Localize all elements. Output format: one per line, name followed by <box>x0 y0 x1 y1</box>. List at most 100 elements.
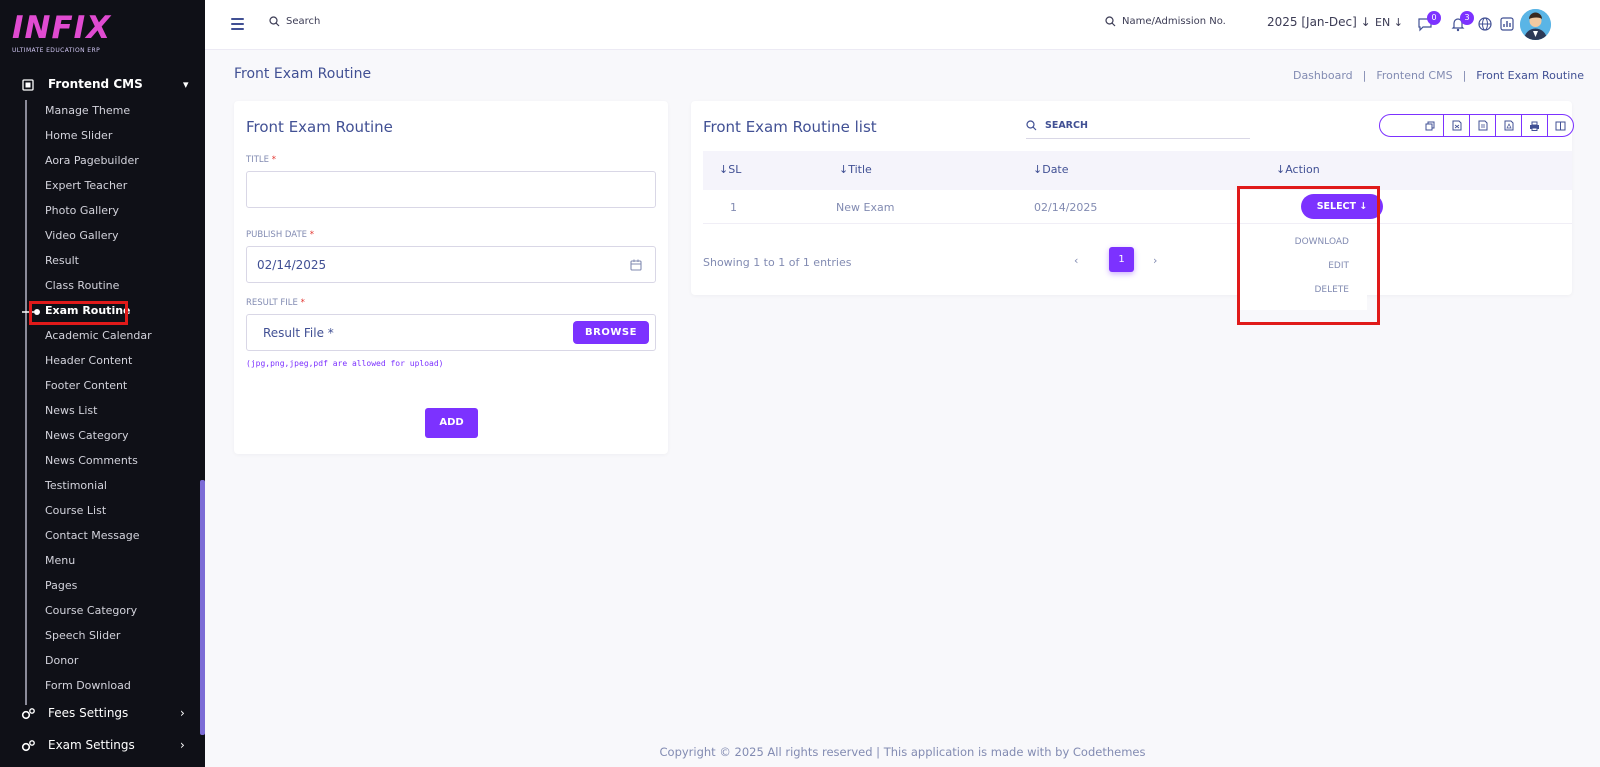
sidebar-item-video-gallery[interactable]: Video Gallery <box>45 228 119 244</box>
pagination-next-icon[interactable]: › <box>1153 254 1157 267</box>
language-select[interactable]: EN ↓ <box>1375 16 1403 29</box>
sidebar-item-header-content[interactable]: Header Content <box>45 353 132 369</box>
column-sl[interactable]: ↓SL <box>719 163 741 176</box>
hamburger-menu-icon[interactable] <box>231 18 244 30</box>
infix-logo[interactable]: INFIX ULTIMATE EDUCATION ERP <box>12 12 111 54</box>
breadcrumb-separator: | <box>1462 69 1467 82</box>
print-button[interactable] <box>1521 115 1547 136</box>
sidebar: INFIX ULTIMATE EDUCATION ERP Frontend CM… <box>0 0 205 767</box>
chevron-down-icon: ▾ <box>183 78 189 91</box>
list-title: Front Exam Routine list <box>703 118 877 136</box>
search-icon <box>1026 120 1037 131</box>
publish-date-value: 02/14/2025 <box>257 257 327 272</box>
sidebar-item-label: Exam Settings <box>48 738 135 752</box>
column-date[interactable]: ↓Date <box>1033 163 1069 176</box>
sidebar-item-pages[interactable]: Pages <box>45 578 77 594</box>
browse-button[interactable]: BROWSE <box>573 321 649 344</box>
sidebar-item-expert-teacher[interactable]: Expert Teacher <box>45 178 127 194</box>
pdf-icon <box>1504 120 1513 131</box>
sidebar-item-academic-calendar[interactable]: Academic Calendar <box>45 328 152 344</box>
globe-icon[interactable] <box>1477 16 1493 32</box>
sidebar-item-exam-settings[interactable]: Exam Settings › <box>0 735 205 757</box>
sidebar-scrollbar[interactable] <box>200 480 205 735</box>
result-file-input[interactable]: Result File * BROWSE <box>246 314 656 351</box>
calendar-icon[interactable] <box>630 259 642 271</box>
language-value: EN <box>1375 16 1391 29</box>
sidebar-item-news-comments[interactable]: News Comments <box>45 453 138 469</box>
academic-year-value: 2025 [Jan-Dec] <box>1267 15 1357 29</box>
copy-button[interactable] <box>1417 115 1443 136</box>
list-search-input[interactable]: SEARCH <box>1026 113 1250 139</box>
column-action[interactable]: ↓Action <box>1276 163 1320 176</box>
sidebar-section-frontend-cms[interactable]: Frontend CMS ▾ <box>0 73 205 97</box>
table-header: ↓SL ↓Title ↓Date ↓Action <box>703 151 1572 190</box>
publish-date-label: PUBLISH DATE * <box>246 230 314 240</box>
add-button[interactable]: ADD <box>425 408 478 438</box>
highlight-box-sidebar <box>29 301 128 325</box>
columns-icon <box>1555 121 1566 130</box>
arrow-down-icon: ↓ <box>1393 16 1403 29</box>
chevron-right-icon: › <box>180 706 185 720</box>
csv-icon <box>1478 120 1487 131</box>
search-placeholder: Search <box>286 16 321 27</box>
sidebar-item-testimonial[interactable]: Testimonial <box>45 478 107 494</box>
pdf-button[interactable] <box>1495 115 1521 136</box>
breadcrumb-frontend-cms[interactable]: Frontend CMS <box>1376 69 1452 82</box>
sidebar-item-menu[interactable]: Menu <box>45 553 75 569</box>
sidebar-item-course-category[interactable]: Course Category <box>45 603 137 619</box>
logo-tagline: ULTIMATE EDUCATION ERP <box>12 47 101 54</box>
arrow-down-icon: ↓ <box>1360 15 1371 29</box>
chart-icon[interactable] <box>1499 16 1515 32</box>
breadcrumb-current: Front Exam Routine <box>1476 69 1584 82</box>
sidebar-item-manage-theme[interactable]: Manage Theme <box>45 103 130 119</box>
cell-date: 02/14/2025 <box>1034 201 1098 214</box>
gears-icon <box>21 740 35 752</box>
sidebar-item-news-category[interactable]: News Category <box>45 428 128 444</box>
user-avatar[interactable] <box>1520 9 1551 40</box>
cms-icon <box>22 79 34 91</box>
avatar-illustration <box>1520 9 1551 40</box>
entries-info: Showing 1 to 1 of 1 entries <box>703 256 852 269</box>
column-title[interactable]: ↓Title <box>839 163 872 176</box>
copy-icon <box>1425 121 1435 130</box>
list-search-placeholder: SEARCH <box>1045 120 1088 131</box>
academic-year-select[interactable]: 2025 [Jan-Dec] ↓ <box>1267 15 1371 29</box>
breadcrumb-dashboard[interactable]: Dashboard <box>1293 69 1353 82</box>
export-buttons <box>1379 114 1574 137</box>
title-input[interactable] <box>246 171 656 208</box>
sidebar-item-fees-settings[interactable]: Fees Settings › <box>0 703 205 725</box>
gears-icon <box>21 708 35 720</box>
sidebar-item-speech-slider[interactable]: Speech Slider <box>45 628 120 644</box>
print-icon <box>1530 121 1539 131</box>
chevron-right-icon: › <box>180 738 185 752</box>
sidebar-item-donor[interactable]: Donor <box>45 653 78 669</box>
excel-button[interactable] <box>1443 115 1469 136</box>
search-icon <box>1105 16 1116 27</box>
columns-button[interactable] <box>1547 115 1573 136</box>
sidebar-item-news-list[interactable]: News List <box>45 403 97 419</box>
sidebar-item-course-list[interactable]: Course List <box>45 503 106 519</box>
submenu-line <box>25 100 27 705</box>
search-icon <box>269 16 280 27</box>
sidebar-item-contact-message[interactable]: Contact Message <box>45 528 140 544</box>
sidebar-item-aora-pagebuilder[interactable]: Aora Pagebuilder <box>45 153 139 169</box>
publish-date-input[interactable]: 02/14/2025 <box>246 246 656 283</box>
sidebar-item-result[interactable]: Result <box>45 253 79 269</box>
cell-sl: 1 <box>730 201 737 214</box>
student-search[interactable]: Name/Admission No. <box>1105 16 1226 27</box>
breadcrumb-separator: | <box>1362 69 1367 82</box>
pagination-current-page[interactable]: 1 <box>1109 247 1134 272</box>
sidebar-item-footer-content[interactable]: Footer Content <box>45 378 127 394</box>
pagination-prev-icon[interactable]: ‹ <box>1074 254 1078 267</box>
sidebar-item-photo-gallery[interactable]: Photo Gallery <box>45 203 119 219</box>
upload-hint: (jpg,png,jpeg,pdf are allowed for upload… <box>246 359 444 368</box>
notifications-badge: 3 <box>1460 11 1474 25</box>
excel-icon <box>1452 120 1461 131</box>
global-search[interactable]: Search <box>269 16 320 27</box>
sidebar-item-form-download[interactable]: Form Download <box>45 678 131 694</box>
top-bar: Search Name/Admission No. 2025 [Jan-Dec]… <box>205 0 1600 50</box>
messages-badge: 0 <box>1427 11 1441 25</box>
sidebar-item-class-routine[interactable]: Class Routine <box>45 278 119 294</box>
sidebar-item-home-slider[interactable]: Home Slider <box>45 128 112 144</box>
csv-button[interactable] <box>1469 115 1495 136</box>
